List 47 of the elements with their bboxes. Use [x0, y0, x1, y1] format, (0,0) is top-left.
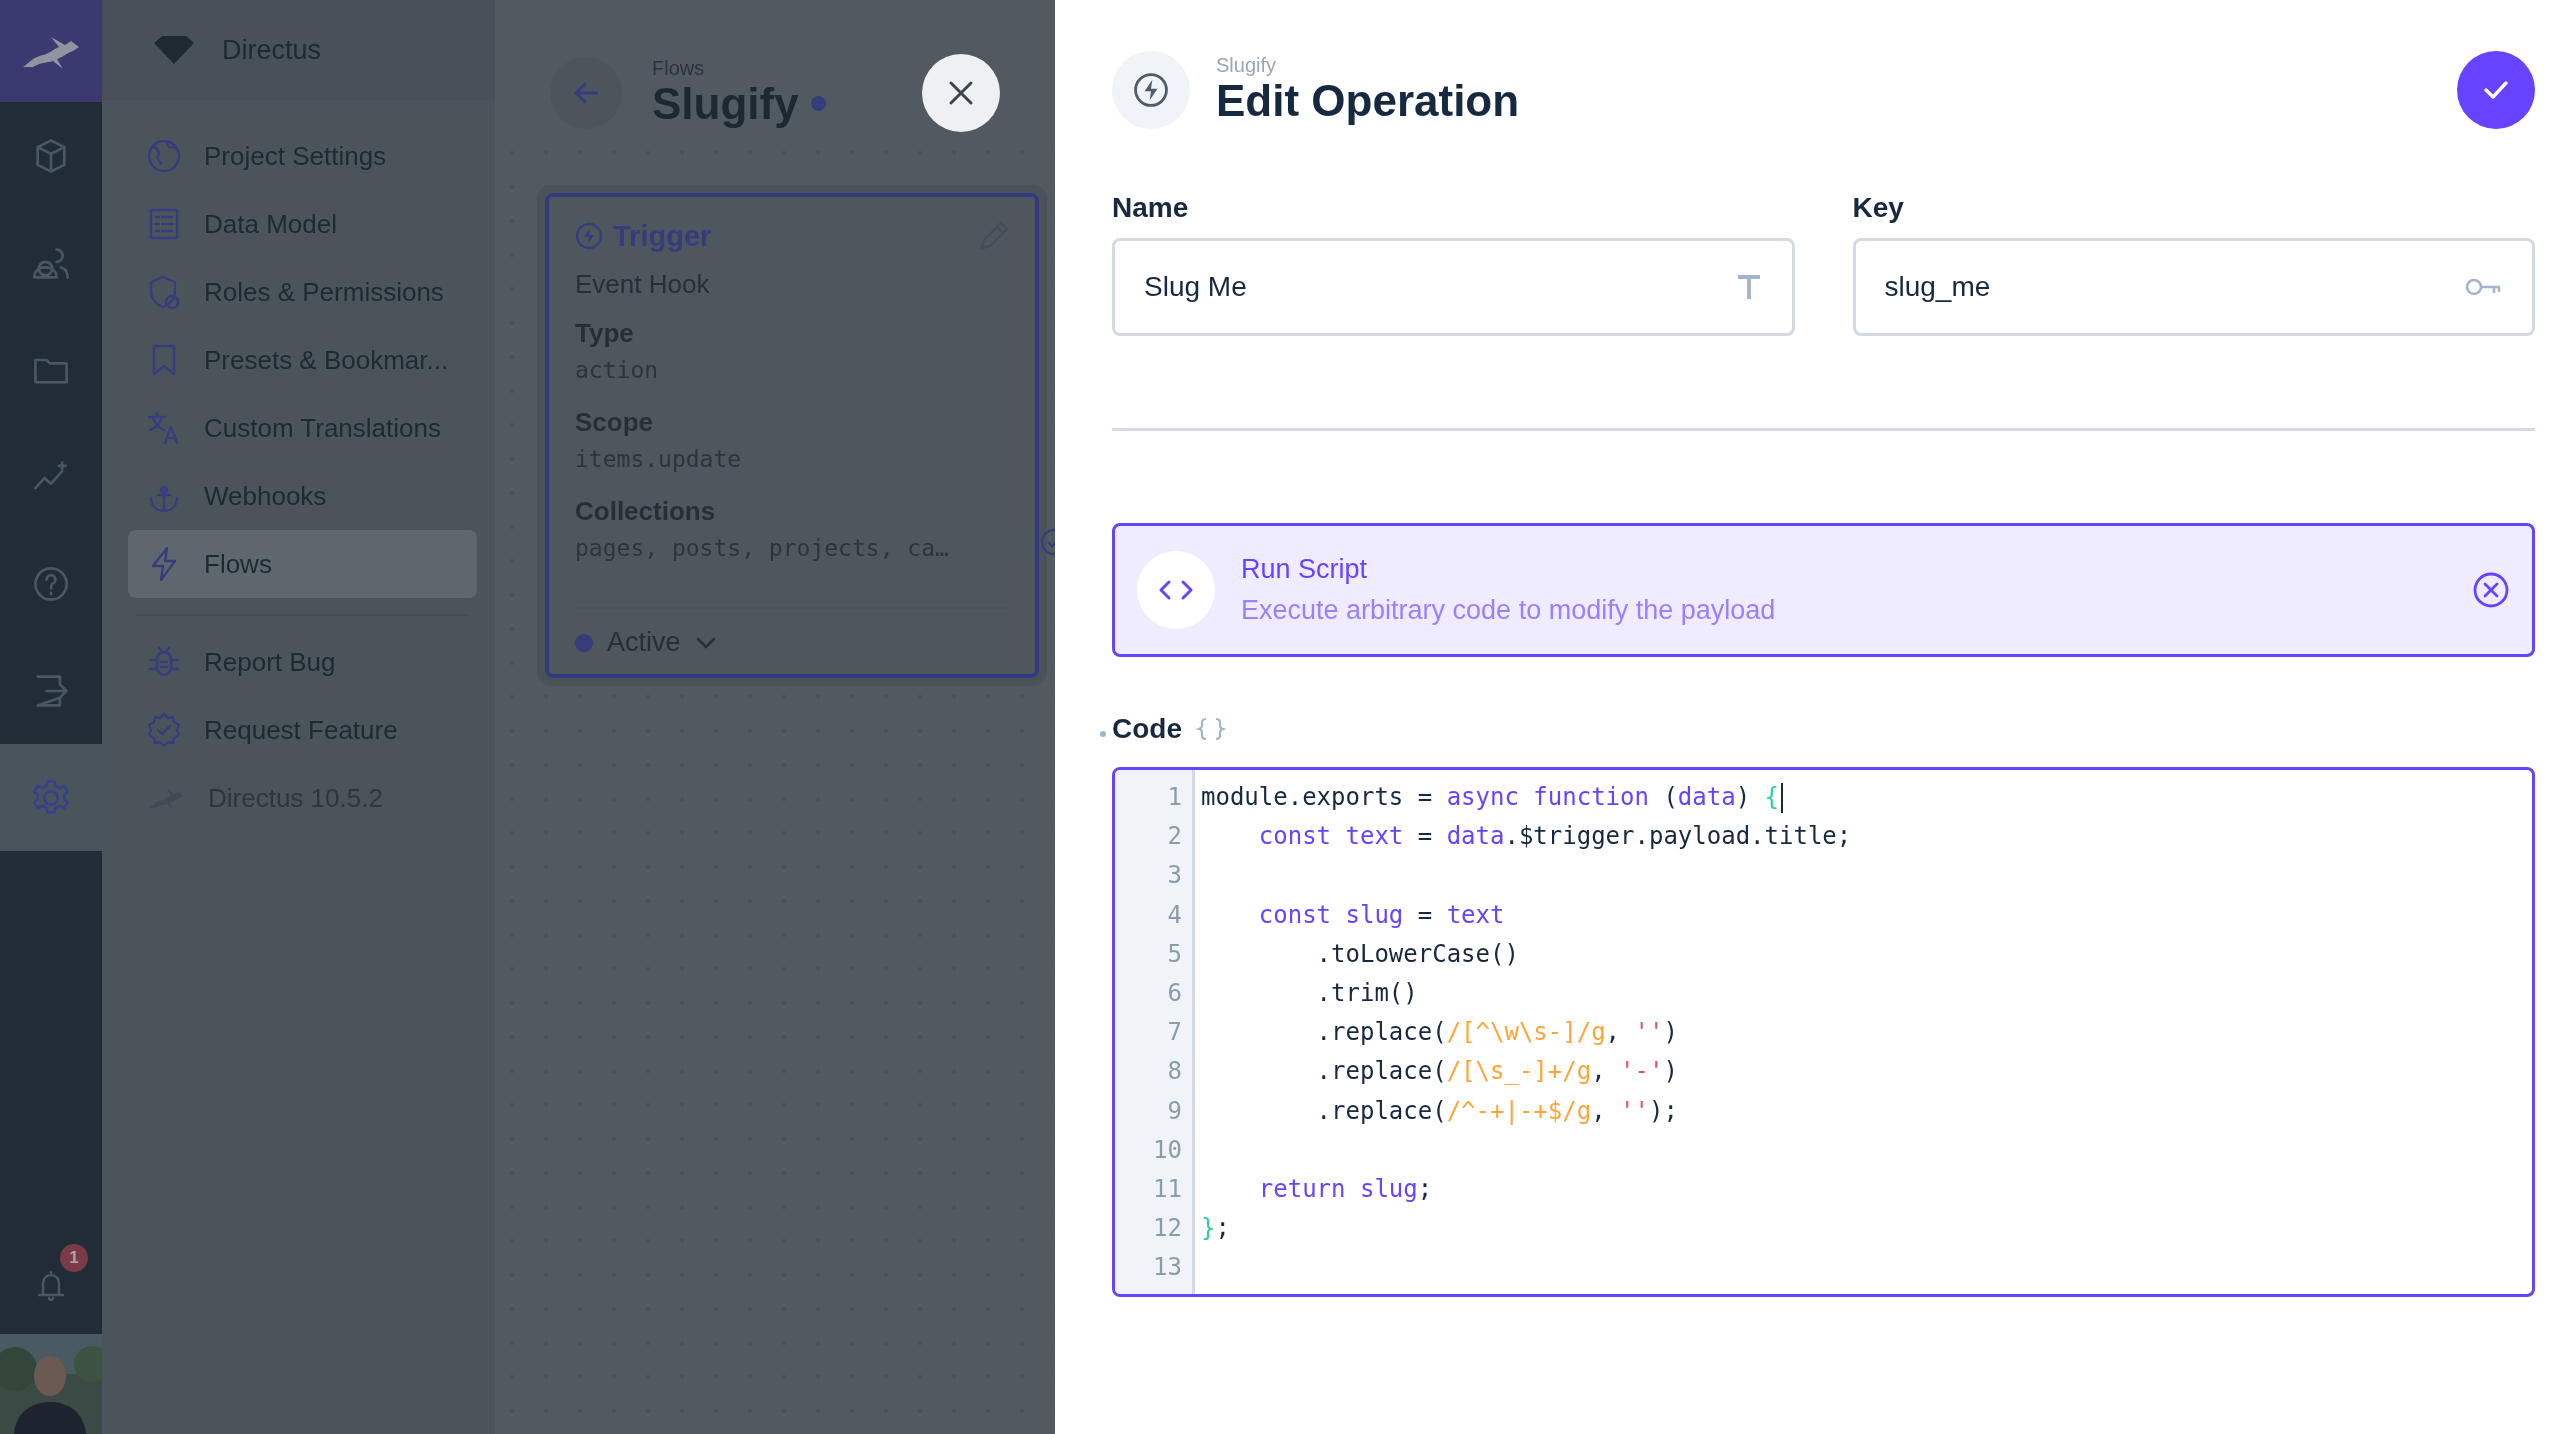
braces-icon [1196, 716, 1226, 742]
line-number: 5 [1167, 938, 1182, 970]
line-number: 4 [1167, 899, 1182, 931]
key-field[interactable]: slug_me [1852, 238, 2535, 336]
code-line: .toLowerCase() [1315, 938, 1519, 970]
line-number: 13 [1153, 1252, 1182, 1284]
breadcrumb[interactable]: Slugify [1216, 54, 1520, 78]
notification-badge: 1 [60, 1244, 88, 1272]
code-line: module.exports = async function (data) { [1201, 782, 1779, 813]
bolt-circle-icon [1133, 72, 1169, 108]
operation-description: Execute arbitrary code to modify the payload [1241, 595, 1776, 626]
code-line: const slug = text [1257, 899, 1505, 931]
code-line: .replace(/^-+|-+$/g, ''); [1315, 1095, 1678, 1127]
line-number: 3 [1167, 860, 1182, 892]
line-number: 8 [1167, 1056, 1182, 1088]
line-number: 9 [1167, 1095, 1182, 1127]
logo-tile[interactable] [0, 0, 102, 102]
field-label: Code [1112, 713, 1182, 745]
close-circle-icon[interactable] [2472, 571, 2510, 609]
line-number: 10 [1153, 1134, 1182, 1166]
code-line: .replace(/[^\w\s-]/g, '') [1315, 1017, 1678, 1049]
drawer-title: Edit Operation [1216, 77, 1520, 126]
globe-icon [146, 138, 182, 174]
code-line: const text = data.$trigger.payload.title; [1257, 821, 1852, 853]
code-editor[interactable] [1112, 767, 2535, 1297]
line-number: 2 [1167, 821, 1182, 853]
operation-card[interactable]: Run Script Execute arbitrary code to modify the payload [1112, 523, 2535, 657]
code-line: }; [1201, 1213, 1230, 1245]
code-icon [1158, 578, 1194, 602]
operation-name: Run Script [1241, 554, 1369, 585]
line-number: 6 [1167, 977, 1182, 1009]
line-number: 7 [1167, 1017, 1182, 1049]
name-field[interactable]: Slug Me [1112, 238, 1795, 336]
nav-item[interactable]: Flows [128, 530, 477, 598]
code-line: return slug; [1257, 1173, 1433, 1205]
line-number: 11 [1153, 1173, 1182, 1205]
code-line: .replace(/[\s_-]+/g, '-') [1315, 1056, 1678, 1088]
badge-check-icon [146, 712, 182, 748]
field-label: Name [1112, 192, 1190, 224]
code-line: .trim() [1315, 977, 1418, 1009]
chevron-down-icon [694, 635, 717, 650]
line-number: 12 [1153, 1213, 1182, 1245]
bolt-circle-icon [575, 222, 603, 250]
line-number: 1 [1167, 782, 1182, 813]
field-label: Key [1852, 192, 1905, 224]
diamond-icon [152, 35, 196, 65]
text-cursor [1781, 782, 1783, 813]
